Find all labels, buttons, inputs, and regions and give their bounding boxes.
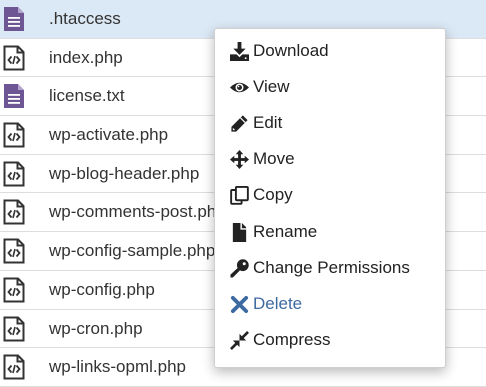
eye-icon	[230, 82, 249, 93]
key-icon	[230, 259, 249, 278]
menu-item-label: Move	[253, 149, 295, 168]
code-file-icon	[3, 316, 25, 341]
code-file-icon	[3, 161, 25, 187]
menu-item-label: Copy	[253, 185, 293, 204]
text-file-icon	[4, 7, 24, 31]
file-name: wp-links-opml.php	[49, 357, 186, 377]
file-name: wp-cron.php	[49, 318, 143, 338]
context-menu: Download View Edit Move Copy Rename Chan…	[214, 28, 446, 368]
menu-item-compress[interactable]: Compress	[215, 322, 445, 358]
menu-item-download[interactable]: Download	[215, 33, 445, 69]
menu-item-label: Change Permissions	[253, 258, 410, 277]
move-arrows-icon	[230, 150, 249, 169]
code-file-icon	[3, 199, 25, 225]
file-name: index.php	[49, 47, 123, 67]
menu-item-delete[interactable]: Delete	[215, 286, 445, 322]
menu-item-move[interactable]: Move	[215, 141, 445, 177]
text-file-icon	[4, 84, 24, 109]
code-file-icon	[3, 122, 25, 148]
copy-icon	[230, 186, 249, 205]
code-file-icon	[3, 277, 25, 303]
code-file-icon	[3, 45, 25, 71]
code-file-icon	[3, 238, 25, 264]
file-name: wp-config-sample.php	[49, 241, 216, 261]
menu-item-label: Rename	[253, 222, 318, 241]
file-name: license.txt	[49, 86, 125, 106]
compress-icon	[230, 331, 249, 350]
download-icon	[230, 42, 249, 61]
pencil-icon	[231, 115, 248, 132]
rename-file-icon	[232, 223, 247, 242]
file-name: wp-config.php	[49, 279, 155, 299]
menu-item-label: Download	[253, 41, 329, 60]
file-name: wp-comments-post.php	[49, 202, 226, 222]
delete-x-icon	[230, 295, 249, 314]
code-file-icon	[3, 354, 25, 380]
menu-item-copy[interactable]: Copy	[215, 177, 445, 213]
menu-item-label: Delete	[253, 294, 303, 313]
menu-item-label: Edit	[253, 113, 283, 132]
file-name: .htaccess	[49, 9, 121, 28]
menu-item-change-permissions[interactable]: Change Permissions	[215, 250, 445, 286]
menu-item-label: View	[253, 77, 290, 96]
file-name: wp-activate.php	[49, 125, 169, 145]
file-name: wp-blog-header.php	[49, 163, 200, 183]
menu-item-edit[interactable]: Edit	[215, 105, 445, 141]
menu-item-label: Compress	[253, 330, 331, 349]
menu-item-view[interactable]: View	[215, 69, 445, 105]
menu-item-rename[interactable]: Rename	[215, 214, 445, 250]
